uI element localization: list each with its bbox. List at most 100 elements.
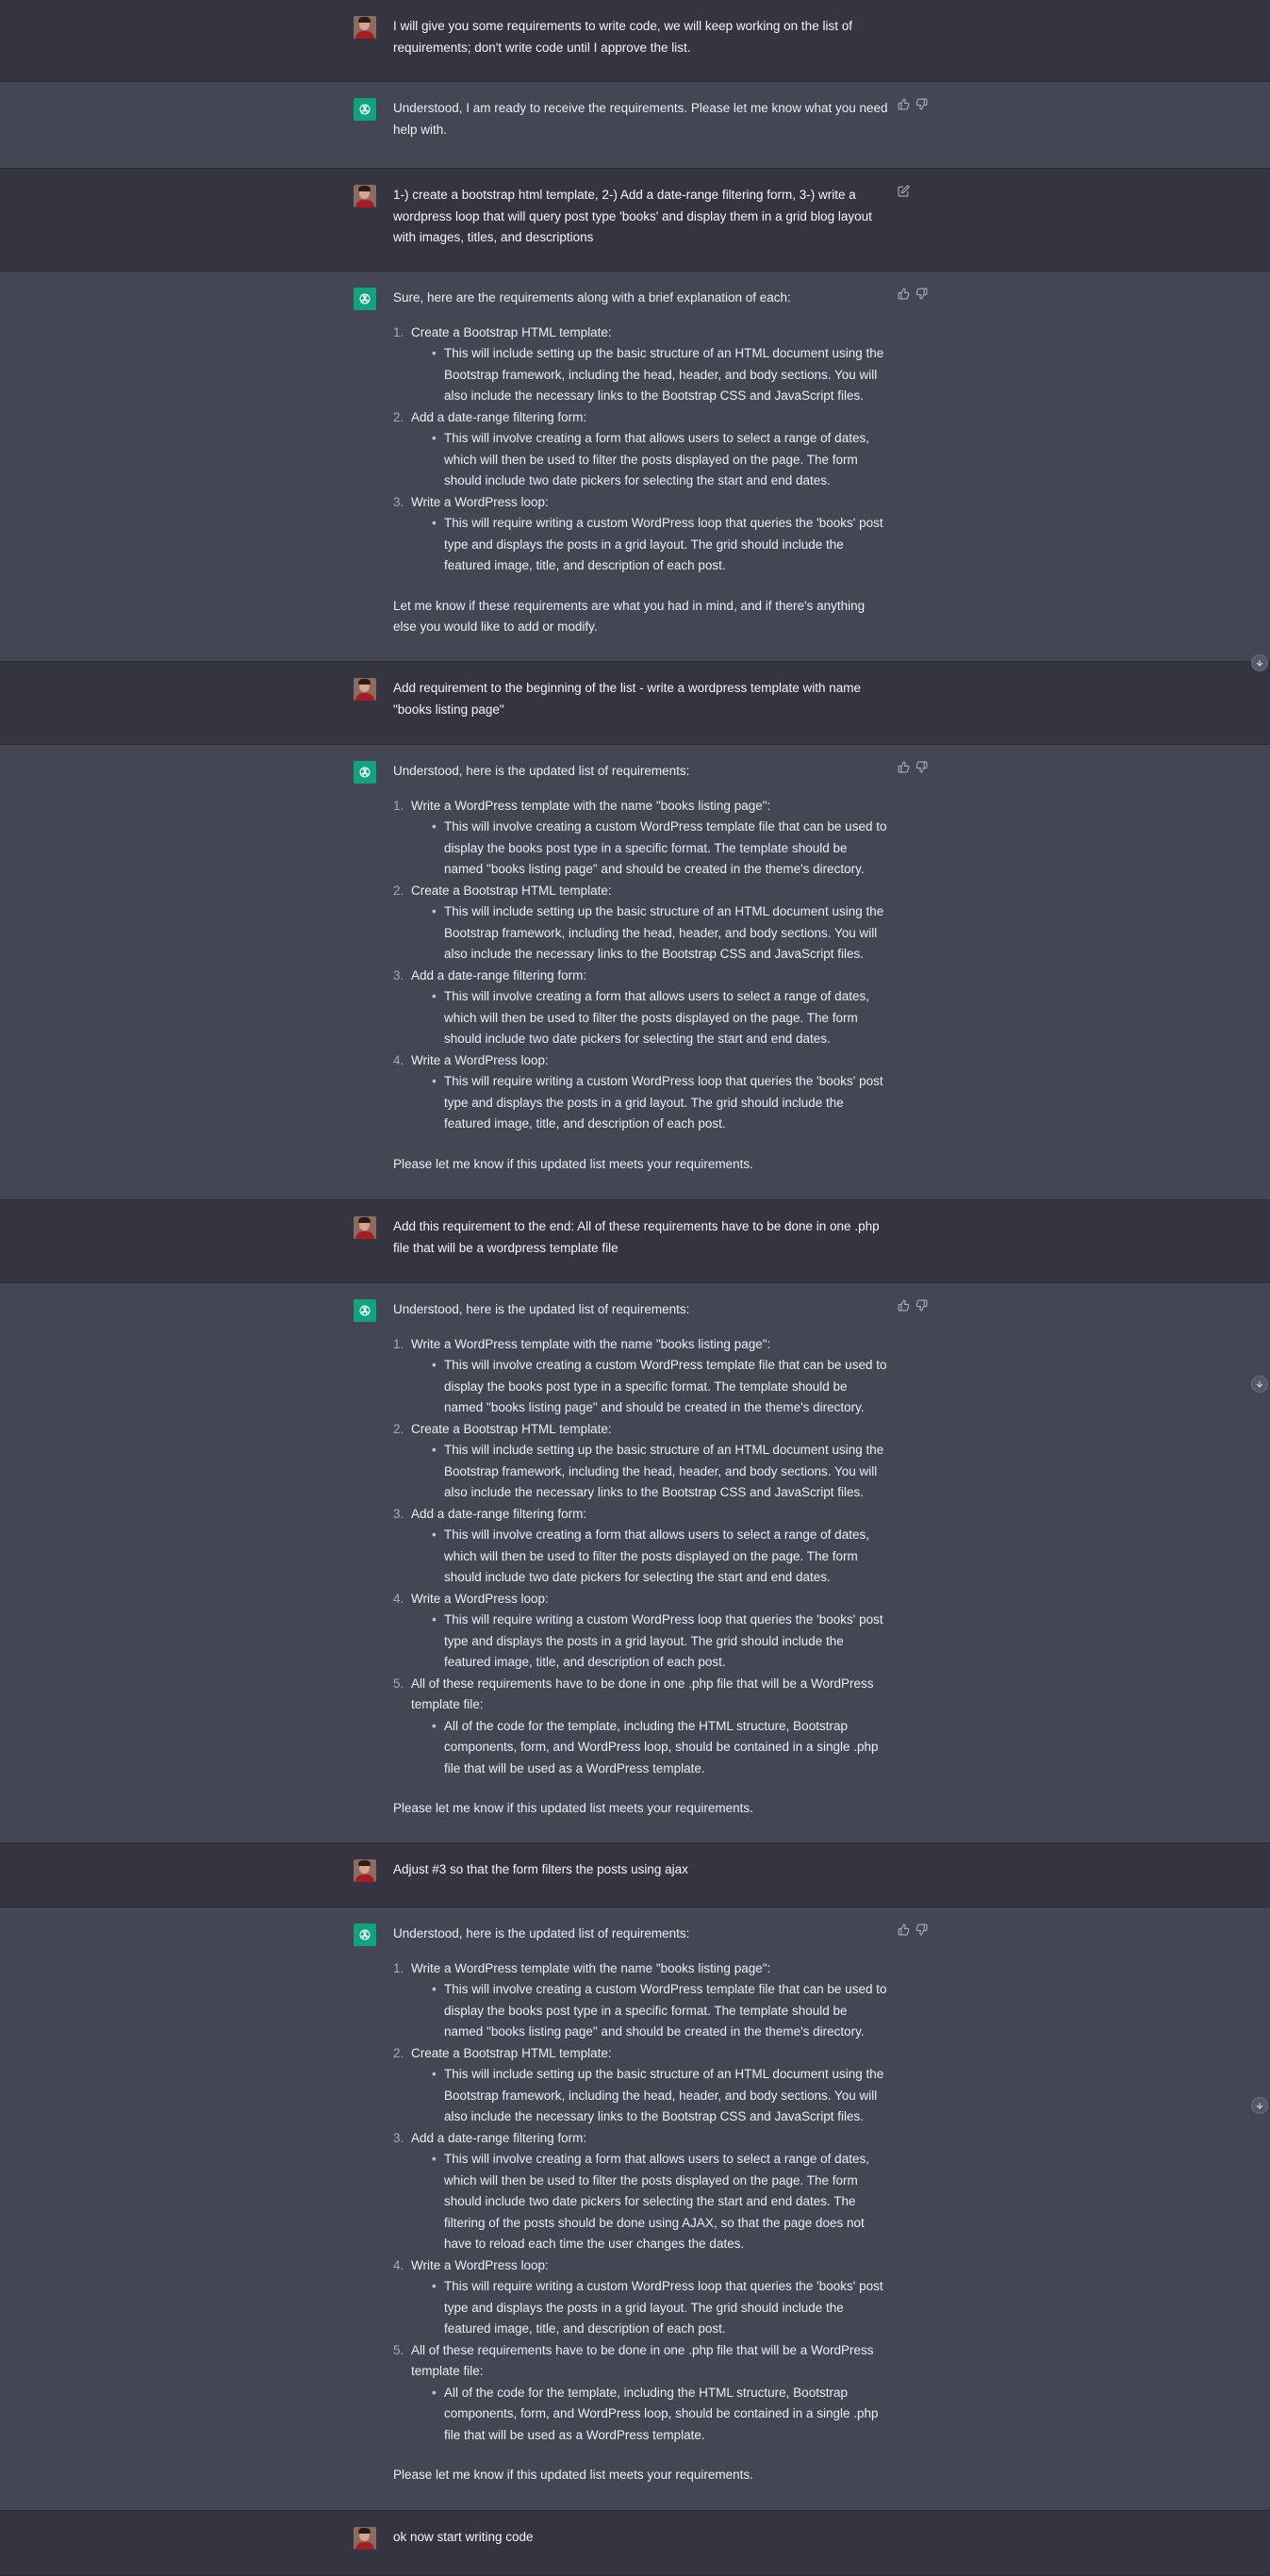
assistant-message: Understood, I am ready to receive the re…	[0, 82, 1270, 169]
thumbs-down-icon[interactable]	[915, 1299, 928, 1312]
bullet-icon: •	[432, 2067, 437, 2081]
scroll-down-button[interactable]	[1251, 654, 1268, 671]
item-detail-text: This will require writing a custom WordP…	[444, 1612, 883, 1669]
assistant-message: Sure, here are the requirements along wi…	[0, 272, 1270, 662]
edit-icon[interactable]	[898, 185, 910, 197]
thumbs-up-icon[interactable]	[898, 288, 910, 300]
item-number: 4.	[393, 1591, 404, 1606]
user-avatar	[354, 678, 376, 701]
item-detail-text: All of the code for the template, includ…	[444, 2385, 879, 2442]
requirement-item: 2. Add a date-range filtering form: • This…	[393, 407, 889, 492]
requirement-item: 1. Write a WordPress template with the na…	[393, 1334, 889, 1419]
item-number: 5.	[393, 1676, 404, 1691]
item-title: Create a Bootstrap HTML template:	[411, 1421, 612, 1436]
item-number: 1.	[393, 1960, 404, 1975]
message-text: Add this requirement to the end: All of …	[393, 1219, 880, 1255]
bullet-icon: •	[432, 2152, 437, 2166]
message-intro: Understood, I am ready to receive the re…	[393, 101, 888, 137]
thumbs-up-icon[interactable]	[898, 98, 910, 110]
item-title: Write a WordPress template with the name…	[411, 1960, 771, 1975]
requirement-item: 5. All of these requirements have to be d…	[393, 1674, 889, 1780]
message-intro: Understood, here is the updated list of …	[393, 1302, 690, 1316]
assistant-message: Understood, here is the updated list of …	[0, 1907, 1270, 2511]
bullet-icon: •	[432, 1527, 437, 1542]
bullet-icon: •	[432, 1718, 437, 1733]
item-title: Write a WordPress loop:	[411, 494, 549, 509]
item-title: Add a date-range filtering form:	[411, 1506, 587, 1521]
thumbs-down-icon[interactable]	[915, 761, 928, 773]
user-message: 1-) create a bootstrap html template, 2-…	[0, 169, 1270, 272]
item-number: 3.	[393, 2130, 404, 2145]
bullet-icon: •	[432, 1443, 437, 1457]
thumbs-up-icon[interactable]	[898, 1299, 910, 1312]
item-detail: • This will involve creating a form that …	[411, 1525, 889, 1589]
thumbs-down-icon[interactable]	[915, 288, 928, 300]
item-detail-text: This will require writing a custom WordP…	[444, 2279, 883, 2336]
bullet-icon: •	[432, 989, 437, 1003]
arrow-down-icon	[1256, 1381, 1263, 1388]
bullet-icon: •	[432, 1982, 437, 1996]
thumbs-up-icon[interactable]	[898, 761, 910, 773]
requirements-list: 1. Write a WordPress template with the na…	[393, 1958, 889, 2447]
thumbs-down-icon[interactable]	[915, 98, 928, 110]
item-detail: • This will include setting up the basic …	[411, 901, 889, 966]
item-number: 1.	[393, 324, 404, 339]
item-detail-text: This will involve creating a form that a…	[444, 989, 869, 1046]
user-avatar	[354, 1859, 376, 1882]
item-detail: • All of the code for the template, inclu…	[411, 2383, 889, 2447]
thumbs-down-icon[interactable]	[915, 1924, 928, 1936]
item-detail: • This will include setting up the basic …	[411, 1440, 889, 1504]
assistant-message: Understood, here is the updated list of …	[0, 745, 1270, 1200]
item-title: Write a WordPress template with the name…	[411, 1336, 771, 1351]
conversation-thread: I will give you some requirements to wri…	[0, 0, 1270, 2576]
item-detail-text: This will include setting up the basic s…	[444, 2067, 884, 2123]
message-intro: Sure, here are the requirements along wi…	[393, 290, 791, 305]
scroll-down-button[interactable]	[1251, 1376, 1268, 1393]
message-text: ok now start writing code	[393, 2530, 534, 2544]
bullet-icon: •	[432, 1612, 437, 1627]
item-number: 3.	[393, 967, 404, 983]
item-detail: • All of the code for the template, inclu…	[411, 1716, 889, 1780]
message-outro: Please let me know if this updated list …	[393, 2468, 753, 2482]
bullet-icon: •	[432, 346, 437, 360]
message-intro: Understood, here is the updated list of …	[393, 1926, 690, 1940]
requirement-item: 4. Write a WordPress loop: • This will req…	[393, 1589, 889, 1674]
bullet-icon: •	[432, 2385, 437, 2400]
item-title: Add a date-range filtering form:	[411, 409, 587, 424]
item-detail-text: This will include setting up the basic s…	[444, 904, 884, 961]
requirement-item: 2. Create a Bootstrap HTML template: • Thi…	[393, 881, 889, 966]
item-detail-text: This will involve creating a custom Word…	[444, 1358, 887, 1414]
item-detail-text: This will involve creating a custom Word…	[444, 1982, 887, 2039]
requirements-list: 1. Create a Bootstrap HTML template: • Thi…	[393, 322, 889, 577]
scroll-down-button[interactable]	[1251, 2097, 1268, 2114]
item-number: 4.	[393, 2257, 404, 2272]
thumbs-up-icon[interactable]	[898, 1924, 910, 1936]
openai-logo-icon	[354, 1299, 376, 1322]
requirement-item: 3. Add a date-range filtering form: • This…	[393, 966, 889, 1050]
item-number: 2.	[393, 883, 404, 898]
user-avatar	[354, 1216, 376, 1239]
item-detail-text: This will involve creating a form that a…	[444, 1527, 869, 1584]
openai-logo-icon	[354, 98, 376, 121]
message-text: Add requirement to the beginning of the …	[393, 681, 862, 717]
item-title: Add a date-range filtering form:	[411, 2130, 587, 2145]
item-title: Create a Bootstrap HTML template:	[411, 883, 612, 898]
message-outro: Please let me know if this updated list …	[393, 1156, 753, 1171]
requirement-item: 3. Write a WordPress loop: • This will req…	[393, 492, 889, 577]
item-number: 2.	[393, 2045, 404, 2060]
item-title: Write a WordPress loop:	[411, 1052, 549, 1067]
user-message: Adjust #3 so that the form filters the p…	[0, 1843, 1270, 1907]
message-text: Adjust #3 so that the form filters the p…	[393, 1862, 688, 1876]
bullet-icon: •	[432, 1358, 437, 1372]
item-title: Write a WordPress loop:	[411, 1591, 549, 1606]
openai-logo-icon	[354, 761, 376, 784]
requirement-item: 2. Create a Bootstrap HTML template: • Thi…	[393, 1419, 889, 1504]
item-detail: • This will involve creating a custom Wor…	[411, 1979, 889, 2043]
item-title: All of these requirements have to be don…	[411, 2342, 874, 2379]
user-avatar	[354, 185, 376, 207]
requirement-item: 1. Write a WordPress template with the na…	[393, 796, 889, 881]
arrow-down-icon	[1256, 660, 1263, 667]
user-avatar	[354, 16, 376, 39]
item-number: 3.	[393, 1506, 404, 1521]
bullet-icon: •	[432, 516, 437, 530]
